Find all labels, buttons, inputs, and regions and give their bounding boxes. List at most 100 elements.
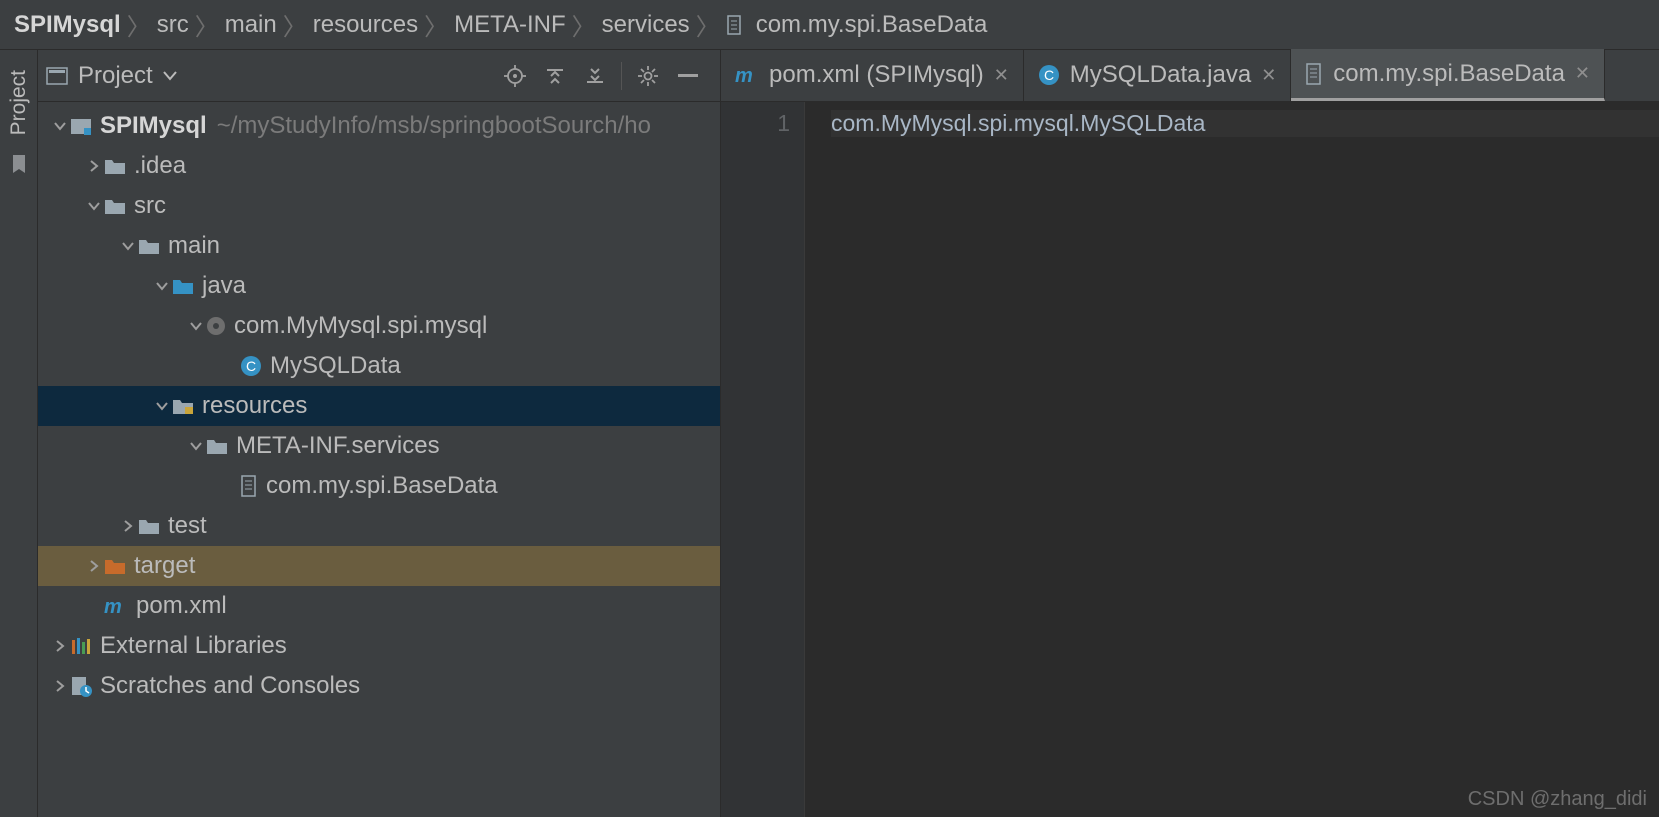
sidebar-title: Project (78, 62, 153, 90)
chevron-down-icon[interactable] (152, 400, 172, 412)
chevron-right-icon[interactable] (118, 520, 138, 532)
tree-label: java (202, 272, 246, 300)
class-icon: C (1038, 64, 1060, 86)
close-icon[interactable]: ✕ (994, 65, 1009, 86)
breadcrumb-sep: 〉 (424, 7, 448, 42)
folder-icon (138, 237, 160, 255)
svg-text:m: m (104, 596, 122, 616)
tree-row[interactable]: com.my.spi.BaseData (38, 466, 720, 506)
tab-label: com.my.spi.BaseData (1333, 60, 1565, 88)
breadcrumb-sep: 〉 (195, 7, 219, 42)
chevron-right-icon[interactable] (84, 560, 104, 572)
chevron-right-icon[interactable] (50, 680, 70, 692)
chevron-right-icon[interactable] (84, 160, 104, 172)
package-icon (206, 316, 226, 336)
tree-label: com.my.spi.BaseData (266, 472, 498, 500)
chevron-down-icon[interactable] (50, 120, 70, 132)
tree-row[interactable]: test (38, 506, 720, 546)
breadcrumb-sep: 〉 (572, 7, 596, 42)
folder-icon (138, 517, 160, 535)
file-icon (1305, 63, 1323, 85)
scratch-icon (70, 675, 92, 697)
tab-label: MySQLData.java (1070, 61, 1251, 89)
breadcrumb-item[interactable]: services (602, 11, 690, 39)
editor-tab[interactable]: m pom.xml (SPIMysql) ✕ (721, 49, 1024, 101)
code-area[interactable]: 1 com.MyMysql.spi.mysql.MySQLData (721, 102, 1659, 817)
editor-tabs: mpom.xml (SPIMysql)✕CMySQLData.java✕com.… (721, 50, 1659, 102)
gutter: 1 (721, 102, 805, 817)
hide-button[interactable] (668, 56, 708, 96)
tree-row[interactable]: mpom.xml (38, 586, 720, 626)
tree-row[interactable]: com.MyMysql.spi.mysql (38, 306, 720, 346)
sidebar-view-selector[interactable]: Project (46, 62, 177, 90)
chevron-down-icon[interactable] (152, 280, 172, 292)
tree-label: .idea (134, 152, 186, 180)
settings-button[interactable] (628, 56, 668, 96)
file-icon (240, 475, 258, 497)
project-sidebar: Project SPIMysql ~/myStudyInfo/msb/spring… (38, 50, 721, 817)
chevron-down-icon[interactable] (84, 200, 104, 212)
folder-icon (104, 197, 126, 215)
tree-label: main (168, 232, 220, 260)
chevron-down-icon (163, 71, 177, 81)
file-icon (726, 15, 744, 35)
module-icon (70, 117, 92, 135)
tree-row[interactable]: External Libraries (38, 626, 720, 666)
tree-row[interactable]: target (38, 546, 720, 586)
folder-target-icon (104, 557, 126, 575)
tree-row[interactable]: resources (38, 386, 720, 426)
tree-hint: ~/myStudyInfo/msb/springbootSourch/ho (217, 112, 651, 140)
breadcrumb-sep: 〉 (696, 7, 720, 42)
project-icon (46, 67, 68, 85)
chevron-right-icon[interactable] (50, 640, 70, 652)
tree-row[interactable]: java (38, 266, 720, 306)
tree-label: src (134, 192, 166, 220)
tree-row[interactable]: META-INF.services (38, 426, 720, 466)
code-line: com.MyMysql.spi.mysql.MySQLData (831, 110, 1659, 137)
chevron-down-icon[interactable] (118, 240, 138, 252)
maven-icon: m (735, 65, 759, 85)
breadcrumb-item[interactable]: com.my.spi.BaseData (756, 11, 988, 39)
tree-label: resources (202, 392, 307, 420)
libs-icon (70, 636, 92, 656)
code-text[interactable]: com.MyMysql.spi.mysql.MySQLData (805, 102, 1659, 817)
tree-row[interactable]: .idea (38, 146, 720, 186)
tree-label: com.MyMysql.spi.mysql (234, 312, 487, 340)
class-icon: C (240, 355, 262, 377)
tool-project-label[interactable]: Project (7, 70, 31, 135)
tree-row[interactable]: SPIMysql ~/myStudyInfo/msb/springbootSour… (38, 106, 720, 146)
tree-row[interactable]: src (38, 186, 720, 226)
tree-row[interactable]: Scratches and Consoles (38, 666, 720, 706)
folder-src-icon (172, 277, 194, 295)
chevron-down-icon[interactable] (186, 320, 206, 332)
breadcrumb-item[interactable]: SPIMysql (14, 11, 121, 39)
close-icon[interactable]: ✕ (1575, 63, 1590, 84)
chevron-down-icon[interactable] (186, 440, 206, 452)
project-tree[interactable]: SPIMysql ~/myStudyInfo/msb/springbootSour… (38, 102, 720, 817)
breadcrumb-item[interactable]: resources (313, 11, 418, 39)
tree-label: META-INF.services (236, 432, 440, 460)
breadcrumb-item[interactable]: main (225, 11, 277, 39)
tree-label: SPIMysql (100, 112, 207, 140)
bookmark-icon[interactable] (9, 153, 29, 175)
locate-button[interactable] (495, 56, 535, 96)
tree-row[interactable]: main (38, 226, 720, 266)
tree-label: target (134, 552, 195, 580)
divider (621, 62, 622, 90)
line-number: 1 (721, 110, 790, 137)
tool-strip: Project (0, 50, 38, 817)
collapse-all-button[interactable] (575, 56, 615, 96)
svg-text:m: m (735, 65, 753, 85)
breadcrumb-item[interactable]: META-INF (454, 11, 566, 39)
svg-text:C: C (246, 358, 256, 374)
expand-all-button[interactable] (535, 56, 575, 96)
editor-tab[interactable]: com.my.spi.BaseData ✕ (1291, 49, 1605, 101)
maven-icon: m (104, 596, 128, 616)
folder-icon (104, 157, 126, 175)
breadcrumb-item[interactable]: src (157, 11, 189, 39)
sidebar-header: Project (38, 50, 720, 102)
editor-tab[interactable]: C MySQLData.java ✕ (1024, 49, 1292, 101)
tree-row[interactable]: CMySQLData (38, 346, 720, 386)
tab-label: pom.xml (SPIMysql) (769, 61, 984, 89)
close-icon[interactable]: ✕ (1261, 65, 1276, 86)
